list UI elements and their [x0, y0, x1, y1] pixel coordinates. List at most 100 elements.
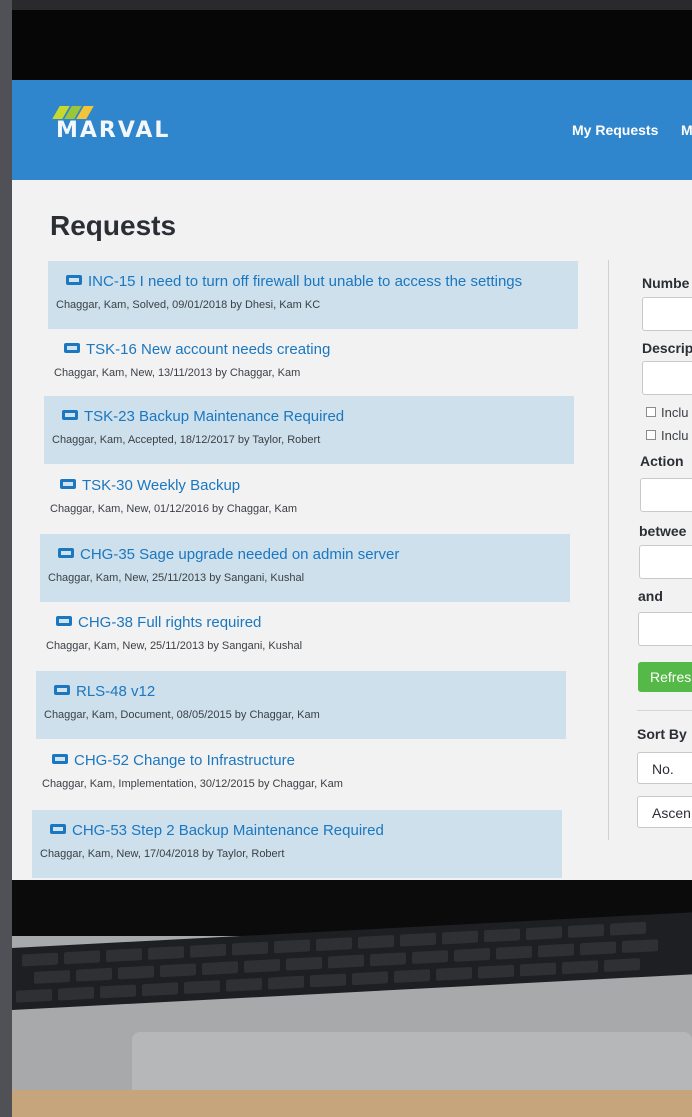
key — [142, 982, 178, 997]
key — [580, 941, 616, 956]
request-item[interactable]: TSK-30 Weekly Backup Chaggar, Kam, New, … — [42, 465, 572, 533]
request-item[interactable]: TSK-16 New account needs creating Chagga… — [46, 329, 576, 397]
marval-logo[interactable]: MARVAL — [52, 106, 246, 150]
ticket-icon — [60, 479, 76, 489]
request-link[interactable]: TSK-30 Weekly Backup — [60, 477, 240, 494]
request-title[interactable]: TSK-23 Backup Maintenance Required — [84, 408, 344, 425]
key — [442, 930, 478, 945]
request-meta: Chaggar, Kam, New, 13/11/2013 by Chaggar… — [54, 367, 301, 379]
request-item[interactable]: RLS-48 v12 Chaggar, Kam, Document, 08/05… — [36, 671, 566, 739]
request-link[interactable]: TSK-16 New account needs creating — [64, 341, 330, 358]
request-meta: Chaggar, Kam, Accepted, 18/12/2017 by Ta… — [52, 434, 321, 446]
key — [484, 928, 520, 943]
ticket-icon — [52, 754, 68, 764]
key — [412, 950, 448, 965]
and-date-input[interactable] — [638, 612, 692, 646]
key — [400, 932, 436, 947]
key — [190, 943, 226, 958]
description-input[interactable] — [642, 361, 692, 395]
sort-divider — [637, 710, 692, 711]
key — [562, 960, 598, 975]
request-link[interactable]: CHG-35 Sage upgrade needed on admin serv… — [58, 546, 399, 563]
key — [478, 964, 514, 979]
key — [100, 984, 136, 999]
ticket-icon — [58, 548, 74, 558]
sort-field-select[interactable]: No. — [637, 752, 692, 784]
key — [526, 926, 562, 941]
include-label: Inclu — [661, 405, 689, 420]
request-item[interactable]: CHG-52 Change to Infrastructure Chaggar,… — [34, 740, 564, 808]
request-link[interactable]: INC-15 I need to turn off firewall but u… — [66, 273, 522, 290]
panel-divider — [608, 260, 609, 840]
action-label: Action — [640, 453, 684, 469]
key — [274, 939, 310, 954]
and-label: and — [638, 588, 663, 604]
ticket-icon — [56, 616, 72, 626]
request-meta: Chaggar, Kam, New, 25/11/2013 by Sangani… — [48, 572, 305, 584]
key — [496, 945, 532, 960]
request-link[interactable]: TSK-23 Backup Maintenance Required — [62, 408, 344, 425]
key — [568, 923, 604, 938]
number-input[interactable] — [642, 297, 692, 331]
request-title[interactable]: CHG-53 Step 2 Backup Maintenance Require… — [72, 822, 384, 839]
ticket-icon — [54, 685, 70, 695]
refresh-button[interactable]: Refres — [638, 662, 692, 692]
request-link[interactable]: CHG-52 Change to Infrastructure — [52, 752, 295, 769]
checkbox-box[interactable] — [646, 407, 656, 417]
description-label: Descrip — [642, 340, 692, 356]
request-link[interactable]: RLS-48 v12 — [54, 683, 155, 700]
request-title[interactable]: TSK-16 New account needs creating — [86, 341, 330, 358]
laptop-screen: MARVAL My Requests M Requests INC-15 I n… — [12, 80, 692, 880]
request-title[interactable]: CHG-35 Sage upgrade needed on admin serv… — [80, 546, 399, 563]
key — [184, 980, 220, 994]
key — [160, 963, 196, 978]
key — [34, 969, 70, 984]
key — [328, 954, 364, 969]
bezel-edge — [12, 0, 692, 10]
sort-order-select[interactable]: Ascen — [637, 796, 692, 828]
request-meta: Chaggar, Kam, New, 25/11/2013 by Sangani… — [46, 640, 303, 652]
request-title[interactable]: CHG-38 Full rights required — [78, 614, 261, 631]
ticket-icon — [64, 343, 80, 353]
key — [352, 971, 388, 986]
request-title[interactable]: RLS-48 v12 — [76, 683, 155, 700]
checkbox-box[interactable] — [646, 430, 656, 440]
key — [58, 986, 94, 1001]
nav-next-item[interactable]: M — [681, 122, 692, 138]
key — [106, 948, 142, 963]
request-link[interactable]: CHG-53 Step 2 Backup Maintenance Require… — [50, 822, 384, 839]
key — [394, 969, 430, 983]
include-checkbox-2[interactable]: Inclu — [646, 428, 688, 443]
request-item[interactable]: TSK-23 Backup Maintenance Required Chagg… — [44, 396, 574, 464]
request-title[interactable]: INC-15 I need to turn off firewall but u… — [88, 273, 522, 290]
request-item[interactable]: CHG-38 Full rights required Chaggar, Kam… — [38, 602, 568, 670]
number-label: Numbe — [642, 275, 690, 291]
action-input[interactable] — [640, 478, 692, 512]
key — [604, 958, 640, 972]
nav-my-requests[interactable]: My Requests — [572, 122, 658, 138]
key — [22, 952, 58, 967]
request-item[interactable]: CHG-53 Step 2 Backup Maintenance Require… — [32, 810, 562, 878]
logo-wordmark: MARVAL — [56, 118, 171, 143]
key — [358, 934, 394, 949]
request-meta: Chaggar, Kam, Implementation, 30/12/2015… — [42, 778, 343, 790]
key — [226, 977, 262, 992]
request-title[interactable]: TSK-30 Weekly Backup — [82, 477, 240, 494]
page-title: Requests — [50, 210, 177, 241]
key — [370, 952, 406, 967]
key — [436, 966, 472, 981]
key — [454, 947, 490, 962]
sort-by-label: Sort By — [637, 726, 687, 742]
request-meta: Chaggar, Kam, New, 17/04/2018 by Taylor,… — [40, 848, 285, 860]
request-title[interactable]: CHG-52 Change to Infrastructure — [74, 752, 295, 769]
request-meta: Chaggar, Kam, New, 01/12/2016 by Chaggar… — [50, 503, 298, 515]
key — [148, 945, 184, 960]
ticket-icon — [66, 275, 82, 285]
ticket-icon — [50, 824, 66, 834]
key — [622, 939, 658, 954]
between-date-input[interactable] — [639, 545, 692, 579]
request-link[interactable]: CHG-38 Full rights required — [56, 614, 261, 631]
request-item[interactable]: INC-15 I need to turn off firewall but u… — [48, 261, 578, 329]
include-checkbox-1[interactable]: Inclu — [646, 405, 688, 420]
request-item[interactable]: CHG-35 Sage upgrade needed on admin serv… — [40, 534, 570, 602]
